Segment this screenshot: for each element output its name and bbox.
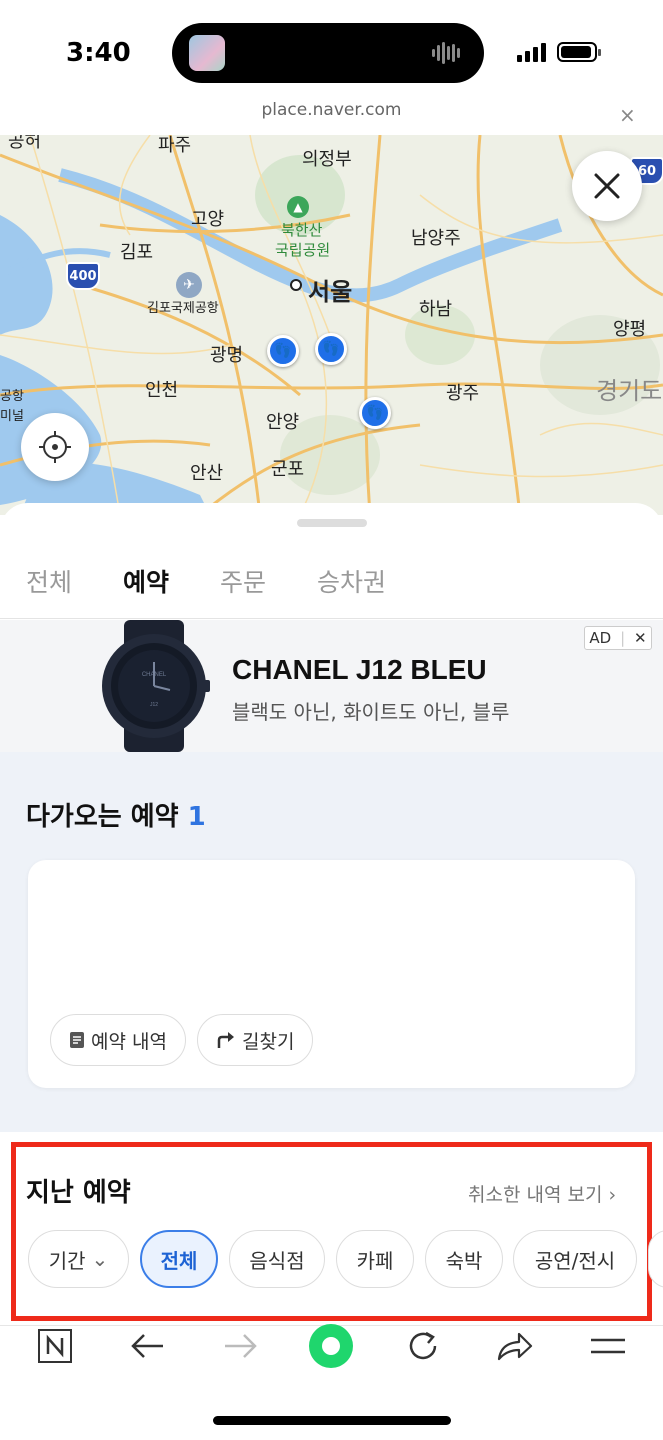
- map-label: 안양: [266, 412, 300, 433]
- upcoming-reservations-section: 다가오는 예약 1 예약 내역 길찾기: [0, 752, 663, 1132]
- green-dot-button[interactable]: [306, 1324, 356, 1368]
- now-playing-artwork: [189, 35, 225, 71]
- close-map-button[interactable]: [572, 151, 642, 221]
- map-label: 경기도: [596, 377, 663, 405]
- ad-title[interactable]: CHANEL J12 BLEU: [232, 654, 487, 686]
- filter-chip-lodging[interactable]: 숙박: [425, 1230, 503, 1288]
- reservation-sheet: 전체 예약 주문 승차권 CHANEL J12 CHANEL J12 BLEU …: [0, 503, 663, 1325]
- view-cancelled-link[interactable]: 취소한 내역 보기 ›: [468, 1180, 616, 1207]
- map-label: 미널: [0, 409, 24, 424]
- section-title: 지난 예약: [26, 1178, 131, 1208]
- map-label: 광주: [446, 383, 480, 404]
- share-arrow-icon: [497, 1332, 533, 1361]
- map-label: 공허: [8, 135, 42, 152]
- map-label: 남양주: [411, 228, 461, 249]
- hamburger-menu-icon: [591, 1338, 625, 1354]
- close-tab-icon[interactable]: ×: [619, 103, 636, 127]
- filter-chip-cafe[interactable]: 카페: [336, 1230, 414, 1288]
- chevron-down-icon: ⌄: [91, 1247, 109, 1271]
- map-label: 양평: [613, 319, 647, 340]
- ad-label: AD: [589, 629, 612, 647]
- arrow-left-icon: [131, 1334, 163, 1358]
- map-label: 의정부: [302, 149, 352, 170]
- dynamic-island[interactable]: [172, 23, 484, 83]
- map-label: 북한산: [281, 221, 323, 239]
- turn-right-arrow-icon: [217, 1032, 234, 1048]
- arrow-right-icon: [225, 1334, 257, 1358]
- filter-chip-performance[interactable]: 공연/전시: [513, 1230, 637, 1288]
- map-label: 김포: [120, 242, 154, 263]
- reload-button[interactable]: [398, 1326, 448, 1366]
- naver-logo-icon: [38, 1329, 72, 1363]
- map-label-seoul: 서울: [308, 278, 353, 306]
- highway-shield-icon: 400: [66, 262, 100, 290]
- section-title: 다가오는 예약 1: [26, 802, 206, 832]
- reservation-marker-icon[interactable]: 👣: [359, 397, 391, 429]
- ad-subtitle: 블랙도 아닌, 화이트도 아닌, 블루: [232, 700, 510, 724]
- close-icon: [594, 173, 620, 199]
- crosshair-icon: [39, 431, 71, 463]
- back-button[interactable]: [123, 1326, 173, 1366]
- park-icon: ▲: [287, 196, 309, 218]
- seoul-dot-icon: [290, 279, 302, 291]
- share-button[interactable]: [490, 1326, 540, 1366]
- map-label: 국립공원: [275, 241, 331, 259]
- current-location-button[interactable]: [21, 413, 89, 481]
- url-bar[interactable]: place.naver.com: [0, 100, 663, 120]
- reservation-marker-icon[interactable]: 👣: [315, 333, 347, 365]
- tab-order[interactable]: 주문: [220, 563, 266, 599]
- airport-icon: ✈: [176, 272, 202, 298]
- map-label: 군포: [271, 459, 305, 480]
- ad-banner[interactable]: CHANEL J12 CHANEL J12 BLEU 블랙도 아닌, 화이트도 …: [0, 620, 663, 752]
- receipt-icon: [70, 1032, 84, 1048]
- map-background: [0, 135, 663, 515]
- refresh-icon: [409, 1331, 437, 1360]
- waveform-icon: [432, 42, 466, 64]
- map-label: 안산: [190, 463, 224, 484]
- tab-bar: 전체 예약 주문 승차권: [0, 559, 663, 619]
- map-label: 공항: [0, 389, 24, 404]
- map-label: 인천: [145, 380, 179, 401]
- tab-all[interactable]: 전체: [26, 563, 72, 599]
- clock: 3:40: [66, 38, 131, 68]
- map-label: 광명: [210, 345, 244, 366]
- svg-text:J12: J12: [150, 702, 158, 708]
- menu-button[interactable]: [583, 1326, 633, 1366]
- reservation-history-button[interactable]: 예약 내역: [50, 1014, 186, 1066]
- green-circle-icon: [309, 1324, 353, 1368]
- status-bar: 3:40: [0, 0, 663, 100]
- map-label: 김포국제공항: [147, 301, 219, 316]
- forward-button[interactable]: [215, 1326, 265, 1366]
- map-label: 고양: [191, 209, 225, 230]
- map-label: 파주: [158, 135, 192, 156]
- directions-button[interactable]: 길찾기: [197, 1014, 314, 1066]
- map-label: 하남: [419, 299, 453, 320]
- ad-badge[interactable]: AD | ✕: [584, 626, 652, 650]
- filter-period-dropdown[interactable]: 기간 ⌄: [28, 1230, 129, 1288]
- tab-ticket[interactable]: 승차권: [317, 563, 386, 599]
- upcoming-count: 1: [187, 802, 206, 832]
- map-view[interactable]: 공허 파주 의정부 고양 북한산 국립공원 남양주 김포 서울 김포국제공항 하…: [0, 135, 663, 515]
- reservation-card[interactable]: 예약 내역 길찾기: [28, 860, 635, 1088]
- cellular-signal-icon: [517, 42, 549, 62]
- filter-chip-all[interactable]: 전체: [140, 1230, 218, 1288]
- drag-handle[interactable]: [297, 519, 367, 527]
- reservation-marker-icon[interactable]: 👣: [267, 335, 299, 367]
- battery-icon: [557, 42, 601, 62]
- past-reservations-section: 지난 예약 취소한 내역 보기 › 기간 ⌄ 전체 음식점 카페 숙박 공연/전시: [0, 1132, 663, 1325]
- naver-home-button[interactable]: [30, 1326, 80, 1366]
- tab-reservation[interactable]: 예약: [123, 563, 169, 599]
- close-icon[interactable]: ✕: [634, 629, 647, 647]
- filter-chip-restaurant[interactable]: 음식점: [229, 1230, 325, 1288]
- watch-image: CHANEL J12: [102, 620, 210, 752]
- home-indicator[interactable]: [213, 1416, 451, 1425]
